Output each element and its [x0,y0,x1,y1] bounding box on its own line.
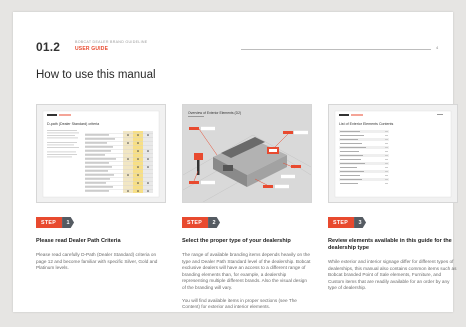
page-title: How to use this manual [36,69,156,81]
thumbnail-exterior-contents: List of Exterior Elements Contents [328,104,458,203]
section-number: 01.2 [36,40,61,54]
step-2-heading: Select the proper type of your dealershi… [182,238,291,244]
step-3-body: While exterior and interior signage diff… [328,259,458,298]
step-number: 3 [354,217,367,228]
step-number: 2 [208,217,221,228]
step-3-paragraph: While exterior and interior signage diff… [328,259,457,291]
guideline-name: BOBCAT DEALER BRAND GUIDELINE [75,40,148,44]
step-3-badge: STEP 3 [328,217,367,228]
step-2-body: The range of available branding items de… [182,252,312,317]
step-1-body: Please read carefully D-Path (Dealer Sta… [36,252,166,278]
step-label: STEP [328,217,355,228]
page-number: 4 [436,45,439,50]
step-label: STEP [36,217,63,228]
thumbnail-dealer-path-criteria: D-path (Dealer Standard) criteria [36,104,166,203]
thumbnail-exterior-overview: Overview of Exterior Elements (D2) [182,104,312,203]
step-1-heading: Please read Dealer Path Criteria [36,238,121,244]
thumb-heading: List of Exterior Elements Contents [339,122,394,126]
contents-page-preview: List of Exterior Elements Contents [334,110,452,198]
step-1-badge: STEP 1 [36,217,75,228]
step-number: 1 [62,217,75,228]
header-divider [241,49,431,50]
step-2-badge: STEP 2 [182,217,221,228]
thumb-heading: Overview of Exterior Elements (D2) [188,111,241,115]
criteria-page-preview: D-path (Dealer Standard) criteria [42,110,160,198]
step-label: STEP [182,217,209,228]
exterior-page-preview: Overview of Exterior Elements (D2) [183,105,311,202]
thumb-heading: D-path (Dealer Standard) criteria [47,122,99,126]
step-1-paragraph: Please read carefully D-Path (Dealer Sta… [36,252,158,271]
step-2-paragraph: You will find available items in proper … [182,297,297,310]
section-name: USER GUIDE [75,46,109,52]
step-3-heading: Review elements available in this guide … [328,238,452,251]
manual-page: 01.2 BOBCAT DEALER BRAND GUIDELINE USER … [13,12,458,312]
step-2-paragraph: The range of available branding items de… [182,252,311,290]
